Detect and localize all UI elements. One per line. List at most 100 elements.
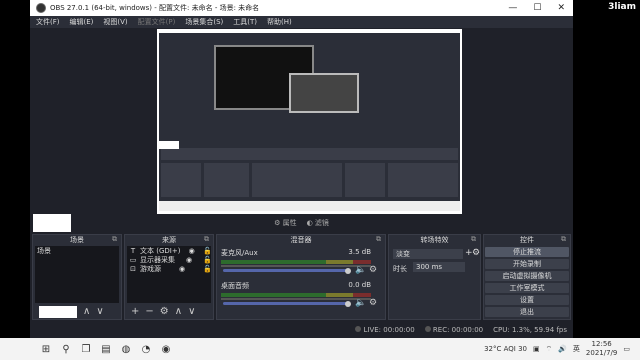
cpu-status: CPU: 1.3%, 59.94 fps	[493, 326, 567, 334]
volume-icon[interactable]: 🔊	[558, 345, 567, 353]
lock-icon[interactable]: 🔓	[203, 256, 212, 264]
sources-list[interactable]: T 文本 (GDI+) ◉ 🔓 ▭ 显示器采集 ◉ 🔓 ⊡ 游戏源 ◉ 🔓	[127, 246, 212, 303]
dock-close-icon[interactable]: ⧉	[204, 235, 209, 244]
menu-bar: 文件(F) 编辑(E) 视图(V) 配置文件(P) 场景集合(S) 工具(T) …	[30, 16, 573, 28]
exit-button[interactable]: 退出	[485, 307, 569, 317]
white-redaction-block	[33, 214, 71, 232]
nested-scenes-dock	[161, 163, 201, 197]
clock[interactable]: 12:56 2021/7/9	[586, 340, 617, 358]
network-icon[interactable]: ⌔	[546, 345, 553, 354]
volume-knob[interactable]	[345, 301, 351, 307]
transitions-dock: 转场特效 ⧉ 淡变 + ⚙ 时长 300 ms	[388, 234, 481, 320]
sources-dock: 来源 ⧉ T 文本 (GDI+) ◉ 🔓 ▭ 显示器采集 ◉ 🔓 ⊡ 游戏源 ◉ 🔓 + − ⚙ ∧…	[124, 234, 214, 320]
scene-item[interactable]: 场景	[35, 246, 119, 255]
obs-main-window: ⚙ 属性 ◐ 滤镜 场景 ⧉ 场景 ∧ ∨ 来源 ⧉ T 文本 (GDI+) ◉ 🔓 ▭ 显…	[30, 28, 573, 338]
white-redaction-block	[39, 305, 77, 318]
filters-button[interactable]: ◐ 滤镜	[307, 218, 329, 228]
scene-down-icon[interactable]: ∨	[96, 306, 103, 317]
source-settings-icon[interactable]: ⚙	[160, 306, 169, 317]
nested-toolbar	[161, 148, 458, 160]
settings-button[interactable]: 设置	[485, 295, 569, 305]
menu-edit[interactable]: 编辑(E)	[70, 17, 94, 27]
live-indicator-icon	[355, 326, 362, 332]
controls-dock: 控件 ⧉ 停止推流 开始录制 启动虚拟摄像机 工作室模式 设置 退出	[483, 234, 571, 320]
mute-speaker-icon[interactable]: 🔈	[355, 265, 366, 275]
app-avatar-icon[interactable]: ◍	[116, 344, 136, 355]
remove-source-icon[interactable]: −	[145, 306, 153, 317]
nested-preview	[214, 45, 359, 113]
scenes-title: 场景	[70, 236, 84, 244]
mixer-track: 麦克风/Aux 3.5 dB	[221, 248, 371, 267]
dock-close-icon[interactable]: ⧉	[471, 235, 476, 244]
track-db: 0.0 dB	[348, 281, 371, 289]
explorer-icon[interactable]: ▤	[96, 344, 116, 355]
scenes-list[interactable]: 场景	[35, 246, 119, 303]
volume-slider[interactable]	[223, 302, 349, 305]
minimize-button[interactable]: —	[508, 3, 517, 13]
overlay-text: 3liam	[608, 2, 636, 12]
track-db: 3.5 dB	[348, 248, 371, 256]
menu-help[interactable]: 帮助(H)	[267, 17, 292, 27]
transition-settings-icon[interactable]: ⚙	[472, 248, 480, 258]
search-icon[interactable]: ⚲	[56, 344, 76, 355]
dock-close-icon[interactable]: ⧉	[112, 235, 117, 244]
nested-transitions-dock	[345, 163, 385, 197]
scene-up-icon[interactable]: ∧	[83, 306, 90, 317]
virtual-camera-button[interactable]: 启动虚拟摄像机	[485, 271, 569, 281]
notification-icon[interactable]: ▭	[623, 345, 630, 353]
source-down-icon[interactable]: ∨	[188, 306, 195, 317]
controls-title: 控件	[520, 236, 534, 244]
obs-taskbar-icon[interactable]: ◉	[156, 344, 176, 355]
volume-knob[interactable]	[345, 268, 351, 274]
add-source-icon[interactable]: +	[131, 306, 139, 317]
lock-icon[interactable]: 🔓	[203, 247, 212, 255]
nested-mixer-dock	[252, 163, 342, 197]
display-capture-icon: ▭	[129, 255, 137, 264]
menu-file[interactable]: 文件(F)	[36, 17, 60, 27]
task-view-icon[interactable]: ❐	[76, 344, 96, 355]
scenes-dock: 场景 ⧉ 场景 ∧ ∨	[32, 234, 122, 320]
nested-sources-dock	[204, 163, 249, 197]
game-capture-icon: ⊡	[130, 264, 136, 273]
ime-indicator[interactable]: 英	[573, 344, 580, 354]
visibility-eye-icon[interactable]: ◉	[178, 265, 186, 273]
title-bar: OBS 27.0.1 (64-bit, windows) - 配置文件: 未命名…	[30, 0, 573, 16]
live-status: LIVE: 00:00:00	[355, 326, 415, 334]
studio-mode-button[interactable]: 工作室模式	[485, 283, 569, 293]
tray-icon[interactable]: ▣	[533, 345, 540, 353]
properties-button[interactable]: ⚙ 属性	[274, 218, 297, 228]
window-title: OBS 27.0.1 (64-bit, windows) - 配置文件: 未命名…	[50, 4, 260, 12]
source-up-icon[interactable]: ∧	[175, 306, 182, 317]
start-recording-button[interactable]: 开始录制	[485, 259, 569, 269]
duration-label: 时长	[393, 265, 407, 273]
weather-widget[interactable]: 32°C AQI 30	[484, 345, 527, 353]
menu-profile[interactable]: 配置文件(P)	[138, 17, 176, 27]
transition-select[interactable]: 淡变	[393, 249, 463, 259]
source-item[interactable]: ⊡ 游戏源 ◉ 🔓	[127, 264, 212, 273]
menu-scene-collection[interactable]: 场景集合(S)	[185, 17, 223, 27]
track-settings-icon[interactable]: ⚙	[369, 298, 377, 308]
preview-canvas[interactable]	[157, 29, 462, 214]
visibility-eye-icon[interactable]: ◉	[188, 247, 196, 255]
stop-streaming-button[interactable]: 停止推流	[485, 247, 569, 257]
track-settings-icon[interactable]: ⚙	[369, 265, 377, 275]
menu-view[interactable]: 视图(V)	[103, 17, 127, 27]
mixer-track: 桌面音频 0.0 dB	[221, 281, 371, 300]
dock-close-icon[interactable]: ⧉	[561, 235, 566, 244]
maximize-button[interactable]: ☐	[533, 3, 541, 13]
duration-input[interactable]: 300 ms	[413, 262, 465, 272]
menu-tools[interactable]: 工具(T)	[233, 17, 257, 27]
app-icon[interactable]: ◔	[136, 344, 156, 355]
volume-slider[interactable]	[223, 269, 349, 272]
windows-start-icon[interactable]: ⊞	[36, 344, 56, 355]
dock-close-icon[interactable]: ⧉	[376, 235, 381, 244]
visibility-eye-icon[interactable]: ◉	[185, 256, 193, 264]
close-button[interactable]: ✕	[557, 3, 565, 13]
context-bar: ⚙ 属性 ◐ 滤镜	[30, 214, 573, 232]
transitions-title: 转场特效	[420, 236, 449, 244]
lock-icon[interactable]: 🔓	[203, 265, 212, 273]
mute-speaker-icon[interactable]: 🔈	[355, 298, 366, 308]
windows-taskbar: ⊞ ⚲ ❐ ▤ ◍ ◔ ◉ 32°C AQI 30 ▣ ⌔ 🔊 英 12:56 2…	[0, 338, 640, 360]
system-tray: 32°C AQI 30 ▣ ⌔ 🔊 英 12:56 2021/7/9 ▭	[484, 340, 640, 358]
volume-meter	[221, 293, 371, 297]
